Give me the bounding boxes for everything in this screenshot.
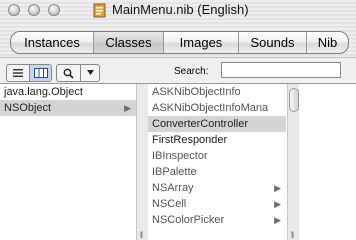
classes-panel: Search: java.lang.Object NSObject ▶ ll A… — [0, 57, 356, 240]
disclosure-arrow-icon: ▶ — [274, 199, 281, 209]
browser-column-3 — [300, 84, 356, 240]
list-item[interactable]: java.lang.Object — [0, 84, 136, 100]
item-label: ConverterController — [152, 118, 248, 130]
list-item[interactable]: NSCell ▶ — [148, 196, 286, 212]
columns-icon — [33, 68, 48, 78]
item-label: IBPalette — [152, 166, 197, 178]
search-input[interactable] — [221, 62, 341, 78]
list-icon — [13, 69, 23, 77]
list-item[interactable]: ASKNibObjectInfo — [148, 84, 286, 100]
item-label: java.lang.Object — [4, 86, 83, 98]
list-item[interactable]: ASKNibObjectInfoMana — [148, 100, 286, 116]
item-label: NSCell — [152, 198, 187, 210]
nib-window: MainMenu.nib (English) Instances Classes… — [0, 0, 356, 240]
class-browser: java.lang.Object NSObject ▶ ll ASKNibObj… — [0, 83, 356, 240]
minimize-button[interactable] — [28, 4, 40, 16]
scroll-thumb[interactable] — [289, 88, 299, 112]
chevron-down-icon — [86, 70, 94, 75]
browser-column-2: ASKNibObjectInfo ASKNibObjectInfoMana Co… — [148, 84, 286, 240]
list-item[interactable]: FirstResponder — [148, 132, 286, 148]
column-1-scrollbar[interactable]: ll — [136, 84, 148, 240]
tab-instances[interactable]: Instances — [11, 32, 94, 53]
magnifier-icon — [63, 68, 74, 79]
list-item[interactable]: NSObject ▶ — [0, 100, 136, 116]
item-label: NSObject — [4, 102, 52, 114]
browser-column-1: java.lang.Object NSObject ▶ — [0, 84, 137, 240]
column-resize-handle[interactable]: ll — [140, 230, 143, 240]
disclosure-arrow-icon: ▶ — [274, 215, 281, 225]
item-label: FirstResponder — [152, 134, 228, 146]
window-title: MainMenu.nib (English) — [112, 2, 249, 17]
search-label: Search: — [174, 66, 209, 77]
item-label: NSArray — [152, 182, 194, 194]
tab-sounds[interactable]: Sounds — [239, 32, 307, 53]
column-resize-handle[interactable]: ll — [291, 230, 294, 240]
list-item[interactable]: ConverterController — [148, 116, 286, 132]
search-scope-button[interactable] — [56, 64, 100, 82]
list-item[interactable]: IBInspector — [148, 148, 286, 164]
view-mode-control — [6, 64, 52, 82]
list-item[interactable]: NSColorPicker ▶ — [148, 212, 286, 228]
nib-document-icon — [93, 3, 106, 18]
item-label: ASKNibObjectInfo — [152, 86, 241, 98]
disclosure-arrow-icon: ▶ — [274, 183, 281, 193]
list-item[interactable]: IBPalette — [148, 164, 286, 180]
zoom-button[interactable] — [48, 4, 60, 16]
item-label: NSColorPicker — [152, 214, 225, 226]
title-bar[interactable]: MainMenu.nib (English) — [0, 0, 356, 22]
column-2-scrollbar[interactable]: ll — [287, 84, 299, 240]
tab-images[interactable]: Images — [164, 32, 239, 53]
tab-nib[interactable]: Nib — [307, 32, 348, 53]
outline-view-button[interactable] — [7, 65, 29, 81]
disclosure-arrow-icon: ▶ — [124, 103, 131, 113]
item-label: ASKNibObjectInfoMana — [152, 102, 269, 114]
item-label: IBInspector — [152, 150, 208, 162]
browser-view-button[interactable] — [29, 65, 51, 81]
tab-classes[interactable]: Classes — [94, 32, 164, 53]
tab-bar: Instances Classes Images Sounds Nib — [10, 31, 349, 54]
close-button[interactable] — [8, 4, 20, 16]
list-item[interactable]: NSArray ▶ — [148, 180, 286, 196]
